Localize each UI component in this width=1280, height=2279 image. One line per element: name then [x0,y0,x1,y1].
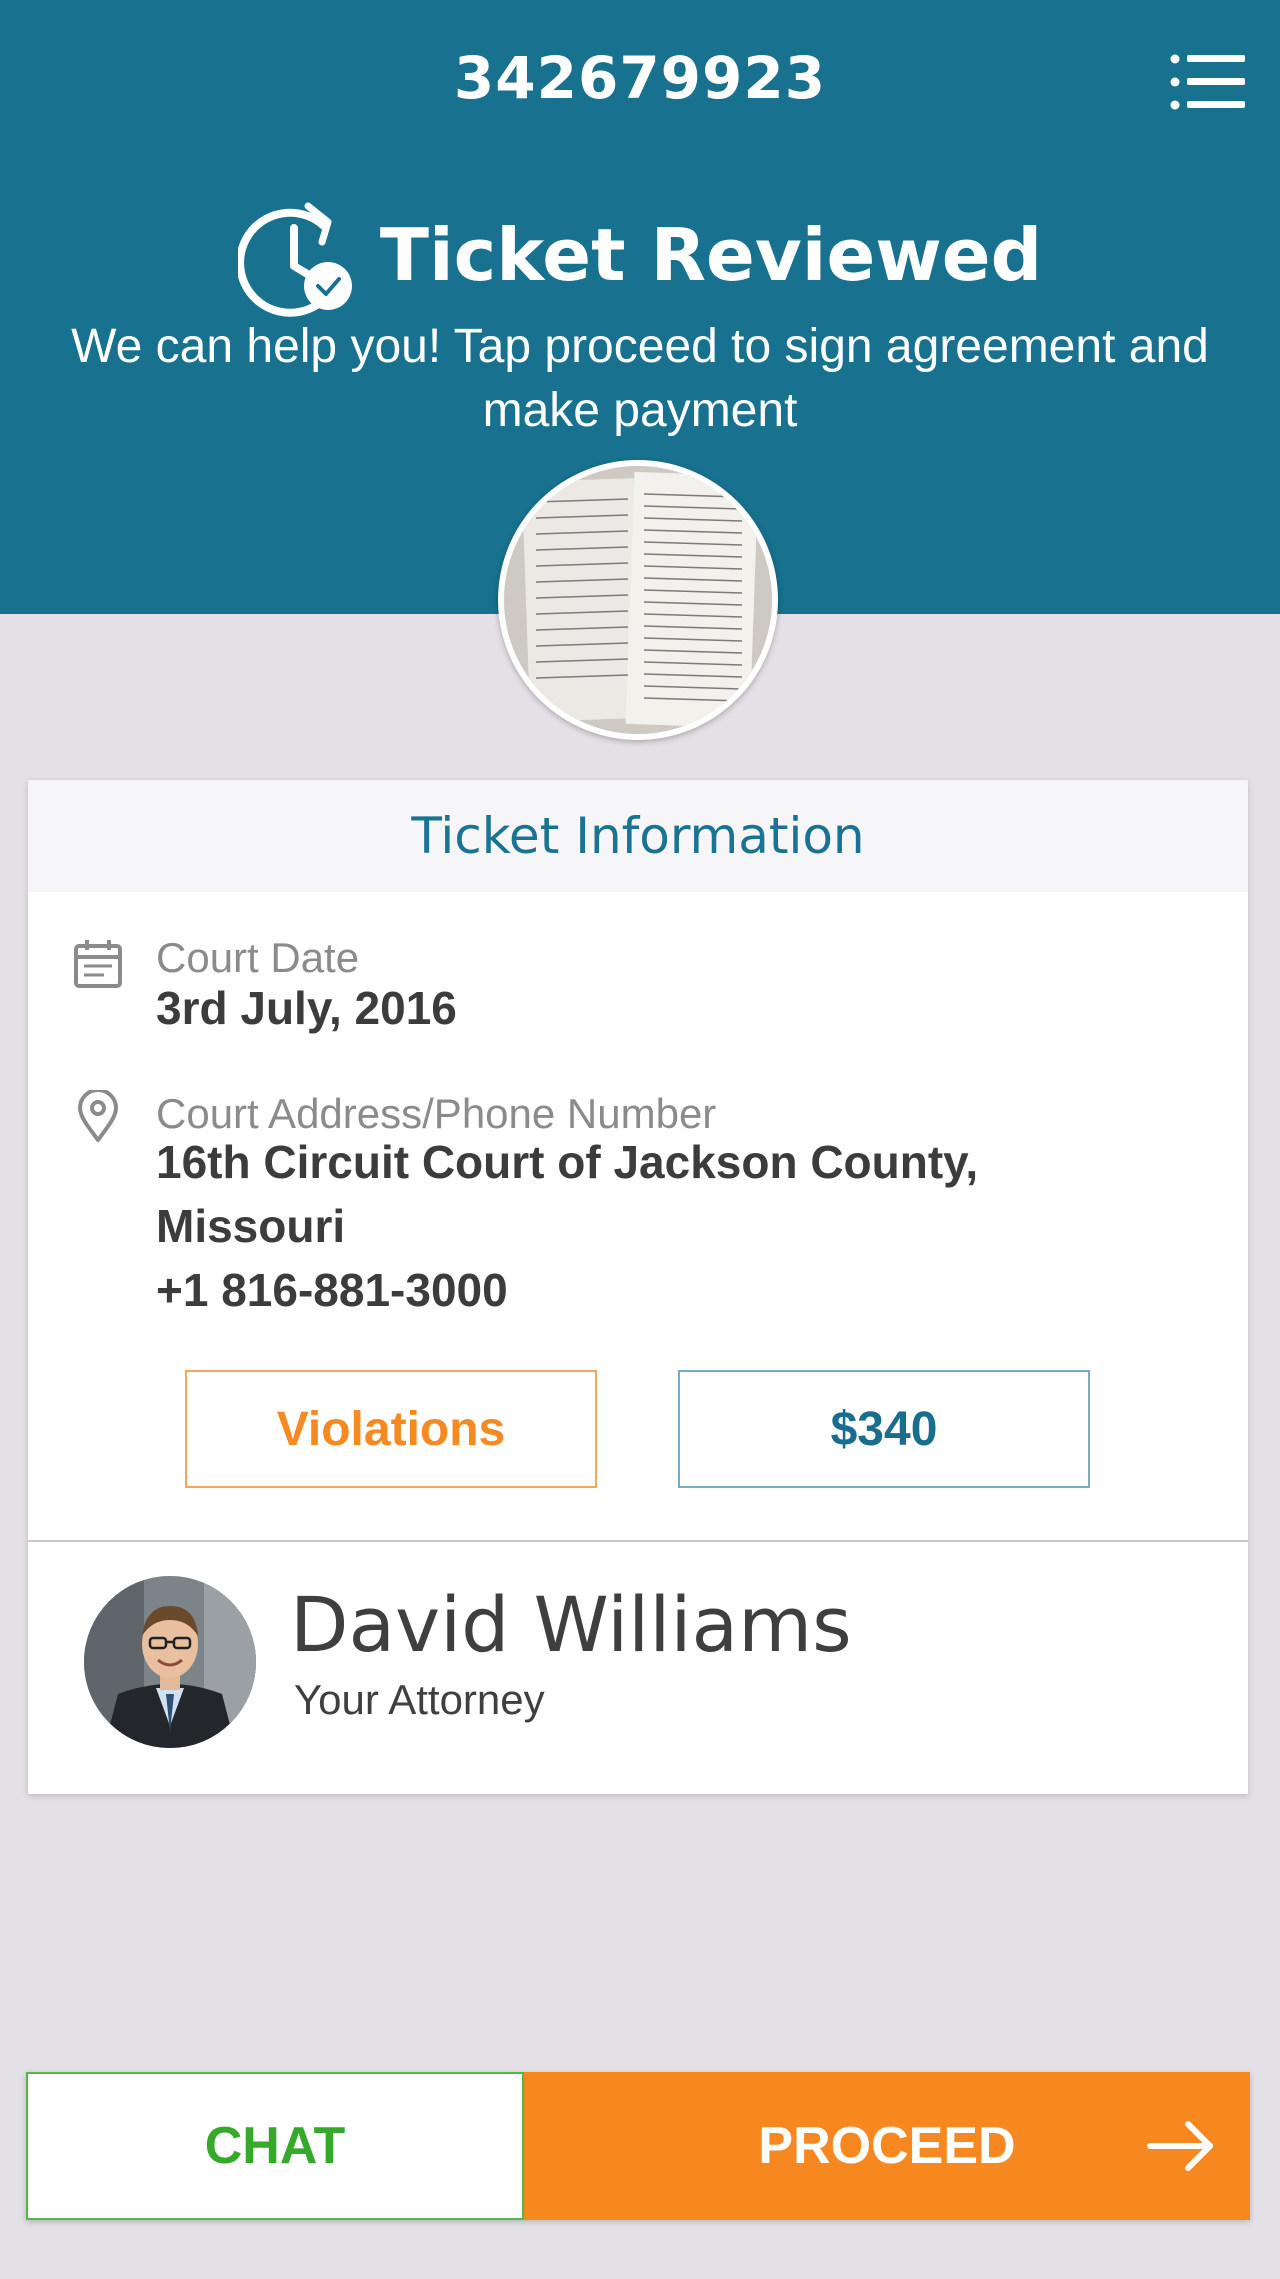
calendar-icon [74,940,122,988]
status-message: We can help you! Tap proceed to sign agr… [71,320,1209,437]
arrow-right-icon [1147,2121,1213,2171]
attorney-role: Your Attorney [294,1676,545,1723]
list-menu-icon[interactable] [1170,52,1248,112]
chat-button[interactable]: CHAT [26,2072,524,2220]
ticket-information-title: Ticket Information [28,780,1248,892]
attorney-name: David Williams [290,1580,852,1669]
ticket-number: 342679923 [453,44,827,112]
attorney-photo [84,1576,256,1748]
location-pin-icon [78,1090,118,1142]
ticket-document-image [504,466,772,734]
divider [28,1540,1248,1542]
amount-button[interactable]: $340 [678,1370,1090,1488]
court-phone: +1 816-881-3000 [156,1264,508,1316]
violations-button[interactable]: Violations [185,1370,597,1488]
court-address-line2: Missouri [156,1200,346,1252]
bottom-action-bar: CHAT PROCEED [26,2072,1250,2220]
ticket-photo[interactable] [498,460,778,740]
court-date-value: 3rd July, 2016 [156,982,457,1034]
clock-check-icon [237,202,352,317]
ticket-information-card: Ticket Information Court Date 3rd July, … [28,780,1248,1794]
proceed-label: PROCEED [758,2117,1016,2175]
status-title: Ticket Reviewed [379,213,1043,297]
attorney-avatar[interactable] [84,1576,256,1748]
proceed-button[interactable]: PROCEED [524,2072,1250,2220]
status-row: Ticket Reviewed [0,190,1280,320]
court-address-line1: 16th Circuit Court of Jackson County, [156,1136,979,1188]
court-date-label: Court Date [156,934,360,981]
